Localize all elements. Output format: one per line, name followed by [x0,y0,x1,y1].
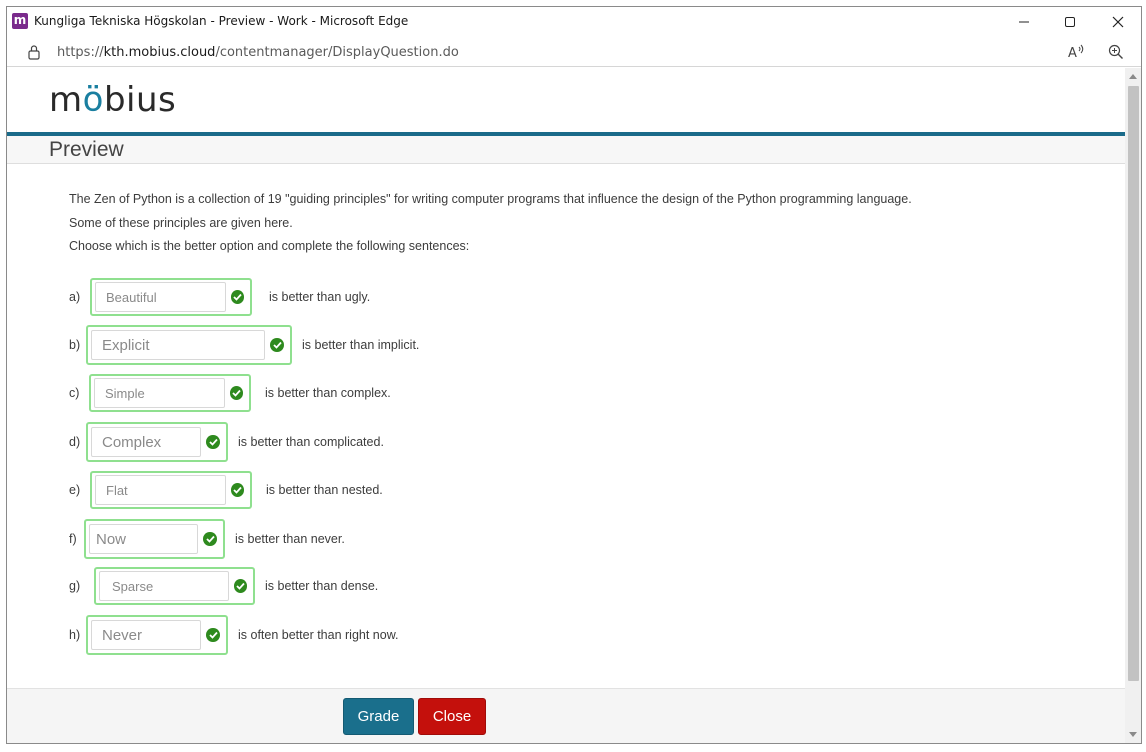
answer-input[interactable]: Complex [91,427,202,457]
answer-input[interactable]: Flat [95,475,226,505]
question-label: a) [69,290,81,304]
app-icon: m [12,13,28,29]
check-circle-icon [203,532,217,546]
maximize-button[interactable] [1047,7,1093,37]
url-prefix: https:// [57,45,104,60]
logo-part-1: m [49,80,83,120]
question-label: e) [69,483,81,497]
answer-box: Explicit [86,325,292,365]
question-label: g) [69,579,81,593]
scroll-down-arrow-icon[interactable] [1129,732,1137,737]
close-button[interactable]: Close [418,698,486,735]
minimize-icon [1019,21,1029,23]
check-circle-icon [229,386,243,400]
answer-input[interactable]: Beautiful [95,282,226,312]
question-row: f) Now is better than never. [69,519,345,559]
question-row: a) Beautiful is better than ugly. [69,278,370,316]
question-suffix: is better than ugly. [269,290,371,304]
answer-box: Sparse [94,567,255,605]
intro-line: Choose which is the better option and co… [69,239,470,253]
logo-part-2: ö [82,80,104,120]
close-icon [1112,16,1124,28]
address-bar: https://kth.mobius.cloud/contentmanager/… [7,37,1141,67]
lock-icon[interactable] [27,44,41,65]
title-bar: m Kungliga Tekniska Högskolan - Preview … [7,7,1141,37]
mobius-logo: möbius [49,80,176,120]
answer-input[interactable]: Now [89,524,199,554]
browser-window: m Kungliga Tekniska Högskolan - Preview … [6,6,1142,744]
preview-header: Preview [7,136,1125,164]
url-domain: kth.mobius.cloud [103,45,216,60]
answer-input[interactable]: Explicit [91,330,266,360]
intro-line: The Zen of Python is a collection of 19 … [69,192,912,206]
vertical-scrollbar[interactable] [1125,68,1141,743]
check-circle-icon [206,435,220,449]
window-title: Kungliga Tekniska Högskolan - Preview - … [34,14,409,28]
check-circle-icon [230,290,244,304]
read-aloud-icon[interactable]: A [1067,43,1085,61]
maximize-icon [1065,17,1075,27]
page-title: Preview [49,138,124,161]
question-suffix: is better than complicated. [238,435,384,449]
question-suffix: is better than dense. [265,579,379,593]
scroll-up-arrow-icon[interactable] [1129,74,1137,79]
logo-part-3: bius [103,80,177,120]
answer-input[interactable]: Simple [94,378,225,408]
check-circle-icon [270,338,284,352]
zoom-icon[interactable] [1107,43,1125,61]
answer-box: Complex [86,422,228,462]
question-suffix: is better than implicit. [302,338,420,352]
question-suffix: is better than nested. [266,483,383,497]
question-suffix: is better than complex. [265,386,391,400]
question-row: d) Complex is better than complicated. [69,422,384,462]
question-row: h) Never is often better than right now. [69,615,399,655]
grade-button[interactable]: Grade [343,698,414,735]
scroll-thumb[interactable] [1128,86,1139,681]
answer-input[interactable]: Sparse [99,571,229,601]
question-intro: The Zen of Python is a collection of 19 … [69,188,912,259]
check-circle-icon [206,628,220,642]
intro-line: Some of these principles are given here. [69,215,293,230]
answer-box: Simple [89,374,251,412]
button-bar: Grade Close [7,688,1125,743]
question-suffix: is often better than right now. [238,628,399,642]
question-label: c) [69,386,80,400]
question-suffix: is better than never. [235,532,345,546]
answer-box: Now [84,519,225,559]
page-content: möbius Preview The Zen of Python is a co… [7,68,1125,743]
svg-text:A: A [1068,46,1077,61]
answer-input[interactable]: Never [91,620,202,650]
question-row: g) Sparse is better than dense. [69,567,378,605]
answer-box: Never [86,615,228,655]
close-window-button[interactable] [1095,7,1141,37]
url-field[interactable]: https://kth.mobius.cloud/contentmanager/… [57,45,459,60]
question-row: b) Explicit is better than implicit. [69,325,420,365]
minimize-button[interactable] [1001,7,1047,37]
answer-box: Flat [90,471,252,509]
url-path: /contentmanager/DisplayQuestion.do [215,45,459,60]
check-circle-icon [230,483,244,497]
question-row: c) Simple is better than complex. [69,374,391,412]
question-row: e) Flat is better than nested. [69,471,383,509]
answer-box: Beautiful [90,278,252,316]
question-label: f) [69,532,77,546]
check-circle-icon [233,579,247,593]
